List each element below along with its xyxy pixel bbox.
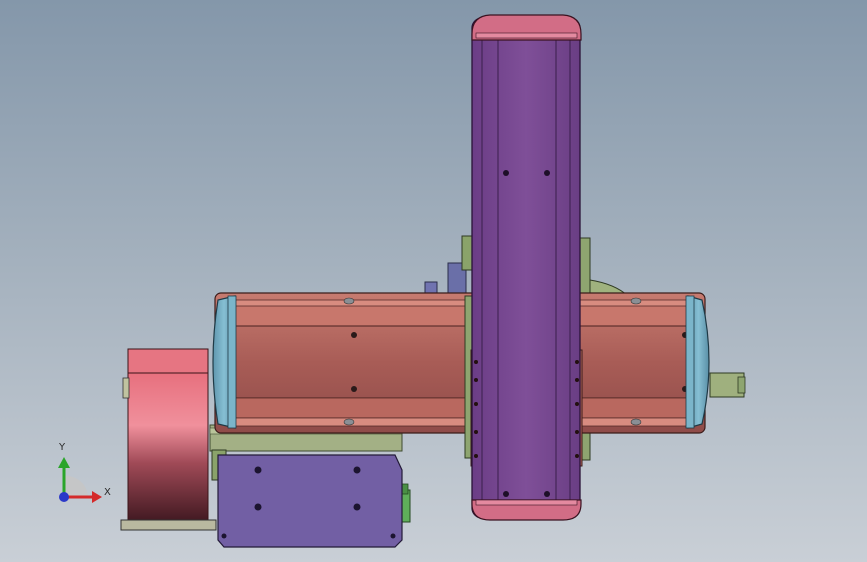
triad-y-label: Y <box>59 442 66 453</box>
vertical-axis-bottom-cap[interactable] <box>471 499 582 521</box>
drive-shaft[interactable] <box>709 372 746 398</box>
coordinate-triad <box>58 457 102 503</box>
horizontal-axis-end-right[interactable] <box>685 295 710 429</box>
motor-housing[interactable] <box>120 348 217 531</box>
z-axis-dot <box>59 492 69 502</box>
assembly-model[interactable] <box>0 0 867 562</box>
horizontal-axis-module[interactable] <box>214 292 706 434</box>
vertical-axis-top-cap[interactable] <box>471 14 582 41</box>
triad-x-label: X <box>104 487 111 498</box>
cad-viewport[interactable]: Y X <box>0 0 867 562</box>
mount-bracket[interactable] <box>217 454 403 548</box>
horizontal-axis-end-left[interactable] <box>212 295 237 429</box>
cable-clip[interactable] <box>424 235 473 296</box>
vertical-axis-module[interactable] <box>471 17 581 519</box>
